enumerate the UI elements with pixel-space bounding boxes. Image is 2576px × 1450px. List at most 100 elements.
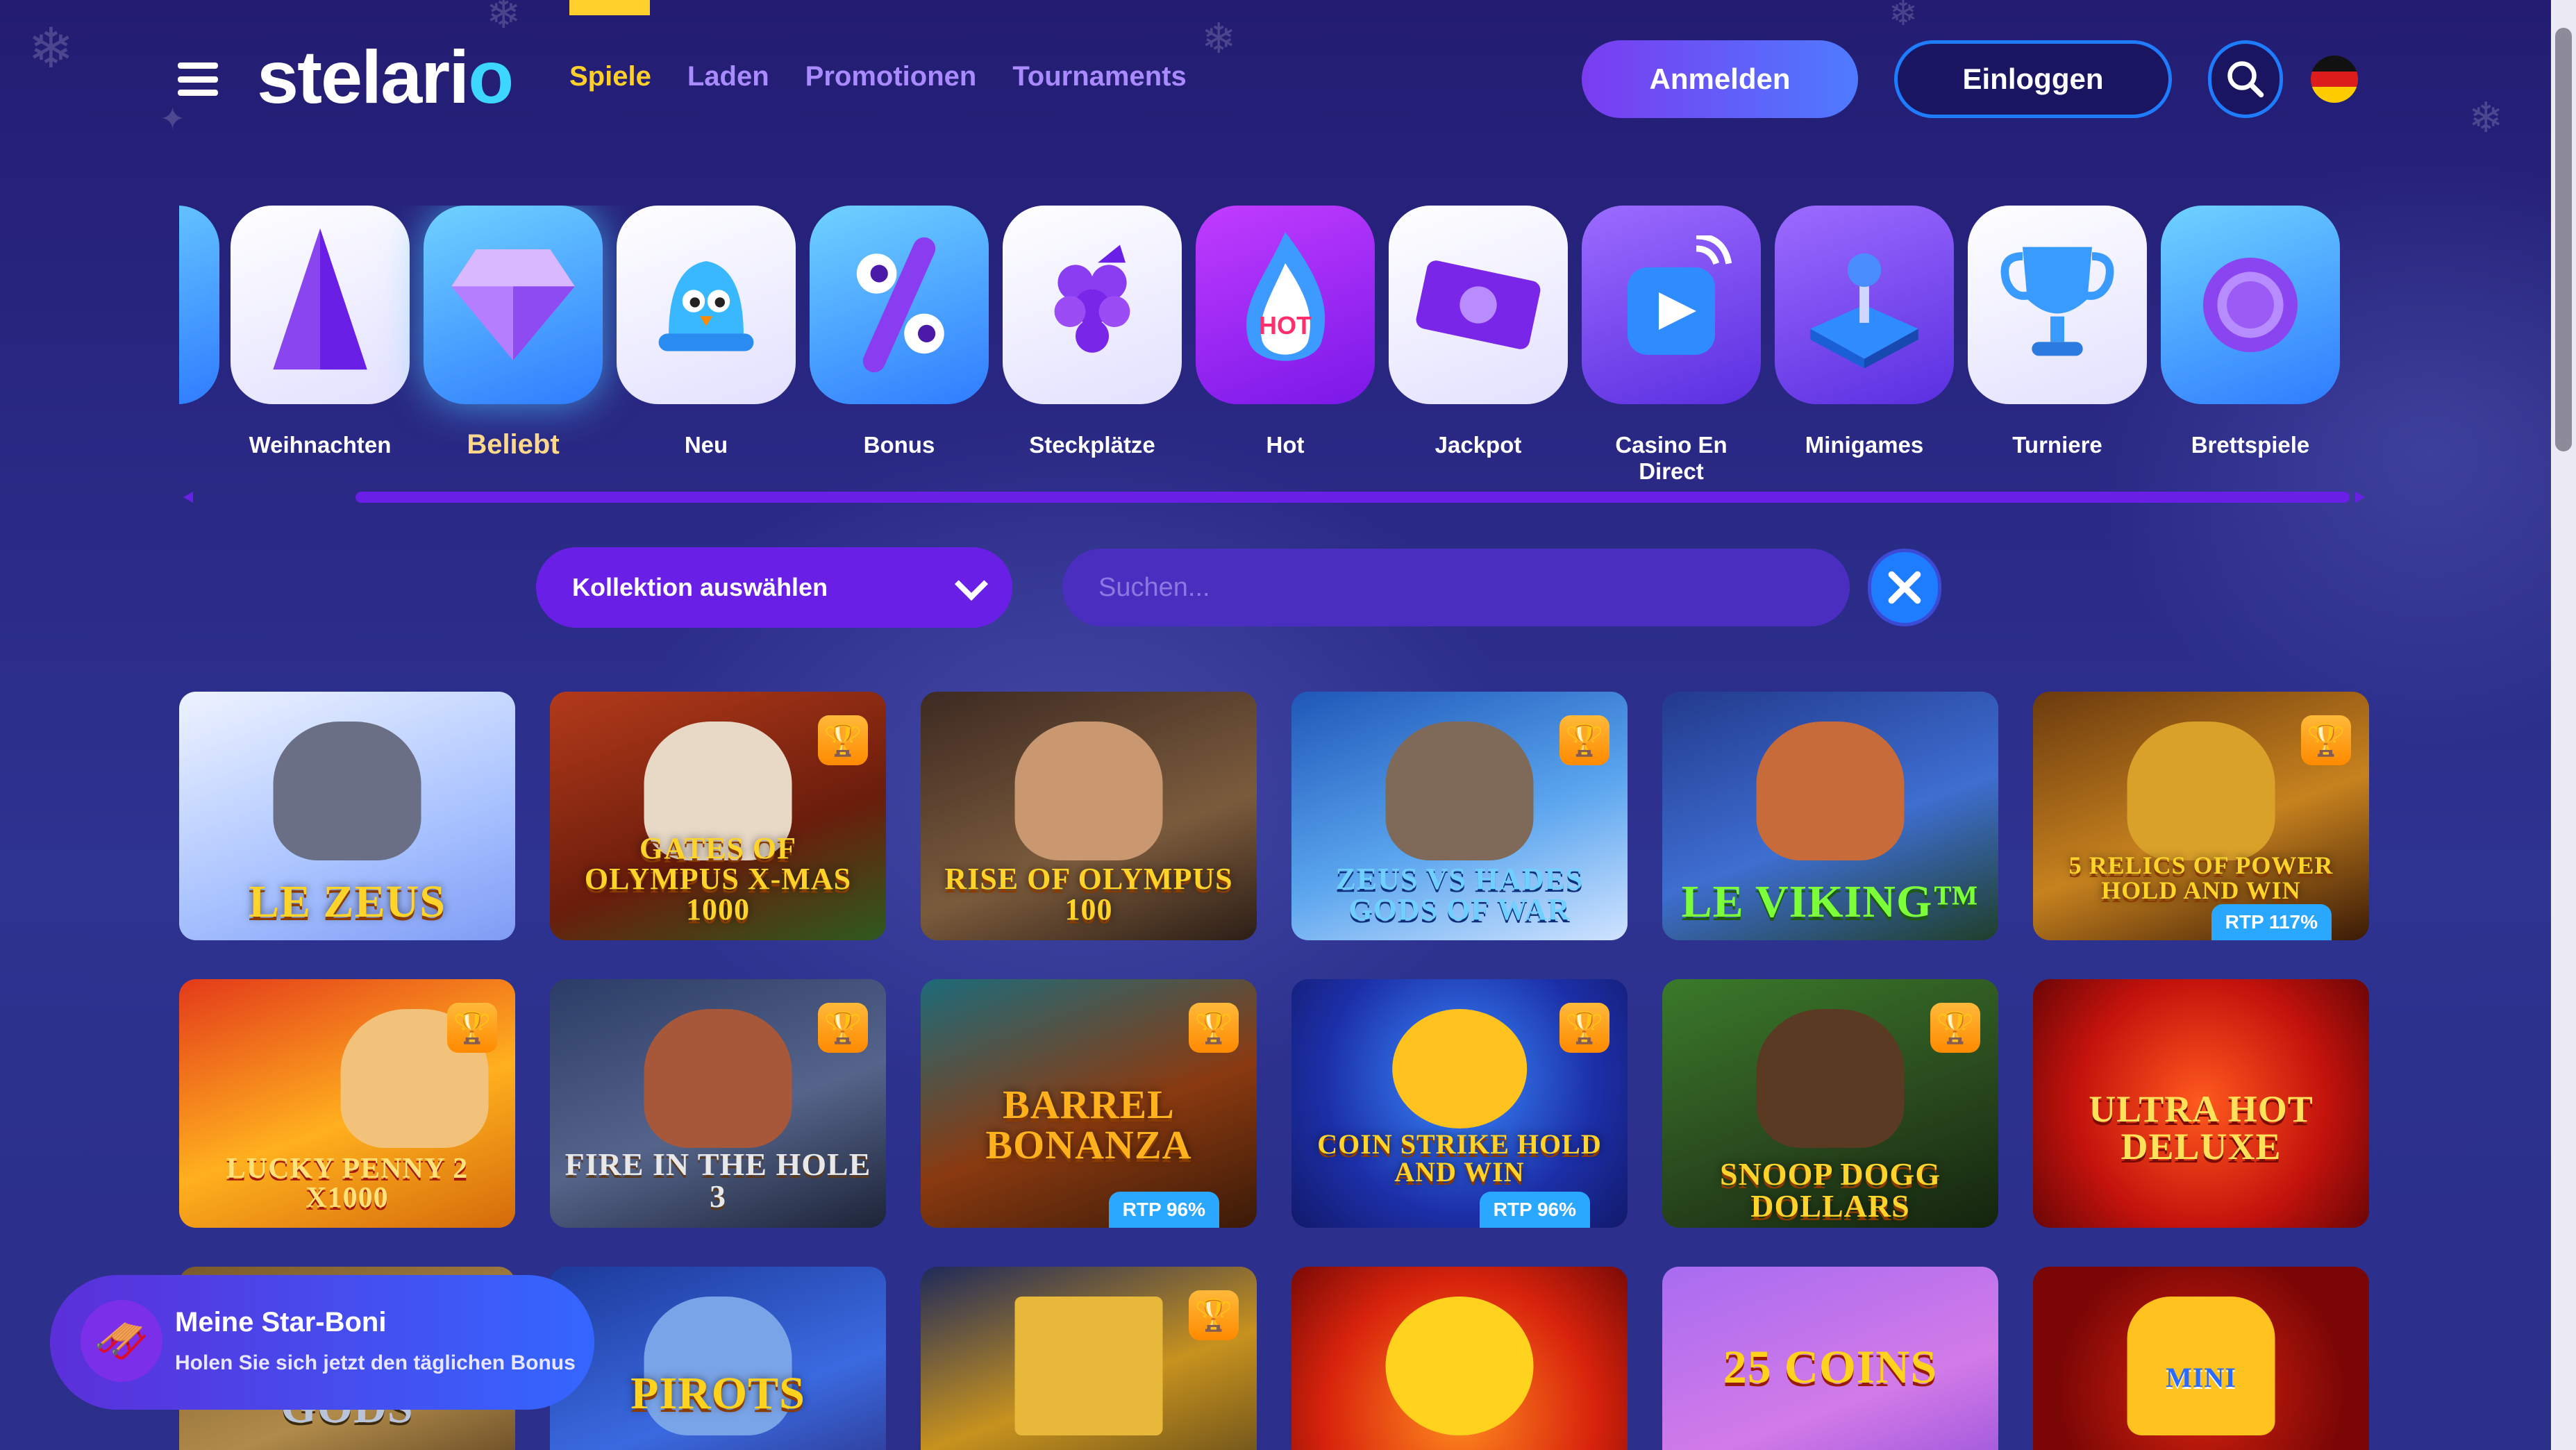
- clear-search-button[interactable]: [1868, 549, 1941, 626]
- trophy-icon: 🏆: [2301, 715, 2351, 765]
- category-label: Turniere: [2012, 432, 2102, 458]
- category-label: Weihnachten: [249, 432, 392, 458]
- category-bonus[interactable]: Bonus: [810, 206, 989, 458]
- category-beliebt[interactable]: Beliebt: [424, 206, 603, 460]
- category-label: Brettspiele: [2191, 432, 2310, 458]
- game-tile[interactable]: 🏆 SNOOP DOGG DOLLARS: [1662, 979, 1998, 1228]
- category-minigames[interactable]: Minigames: [1775, 206, 1954, 458]
- category-label: Beliebt: [467, 429, 560, 460]
- stelario-logo[interactable]: stelario: [257, 33, 514, 120]
- trophy-icon: 🏆: [818, 715, 868, 765]
- santa-sleigh-icon: 🛷: [81, 1300, 162, 1382]
- close-icon: [1888, 571, 1921, 604]
- game-tile[interactable]: 🏆 LUCKY PENNY 2 X1000: [179, 979, 515, 1228]
- game-tile[interactable]: 🏆 FIRE IN THE HOLE 3: [550, 979, 886, 1228]
- star-boni-widget[interactable]: 🛷 Meine Star-Boni Holen Sie sich jetzt d…: [50, 1275, 594, 1410]
- trophy-icon: 🏆: [447, 1003, 497, 1053]
- chevron-down-icon: [954, 567, 989, 601]
- game-title: LE VIKING™: [1681, 876, 1980, 927]
- category-carousel: Weihnachten Beliebt Neu Bonus Steckplätz…: [179, 206, 2366, 490]
- trophy-icon: 🏆: [1559, 1003, 1609, 1053]
- carousel-scrollbar[interactable]: [356, 492, 2350, 503]
- category-brettspiele[interactable]: Brettspiele: [2161, 206, 2340, 458]
- game-title: LE ZEUS: [249, 876, 446, 927]
- language-flag-icon[interactable]: [2311, 56, 2358, 103]
- category-weihnachten[interactable]: Weihnachten: [231, 206, 410, 458]
- game-title: SNOOP DOGG DOLLARS: [1720, 1156, 1941, 1224]
- carousel-scroll-left-arrow[interactable]: [183, 492, 193, 503]
- game-title: 5 RELICS OF POWER HOLD AND WIN: [2068, 851, 2334, 904]
- play-icon: [1628, 235, 1732, 355]
- game-tile[interactable]: PIROTS: [550, 1267, 886, 1450]
- game-tile[interactable]: LE VIKING™: [1662, 692, 1998, 940]
- game-tile[interactable]: LE ZEUS: [179, 692, 515, 940]
- category-turniere[interactable]: Turniere: [1968, 206, 2147, 458]
- game-tile[interactable]: RISE OF OLYMPUS 100: [921, 692, 1257, 940]
- game-tile[interactable]: 🏆 BARREL BONANZA RTP 96%: [921, 979, 1257, 1228]
- flame-icon: HOT: [1246, 232, 1325, 361]
- game-title: BARREL BONANZA: [985, 1082, 1192, 1167]
- nav-laden[interactable]: Laden: [687, 61, 769, 92]
- category-jackpot[interactable]: Jackpot: [1389, 206, 1568, 458]
- category-label: Casino En Direct: [1615, 432, 1728, 484]
- category-label: Neu: [684, 432, 728, 458]
- joystick-icon: [1810, 253, 1918, 369]
- active-nav-indicator: [569, 0, 650, 15]
- carousel-scroll-right-arrow[interactable]: [2355, 492, 2365, 503]
- trophy-icon: 🏆: [1189, 1290, 1239, 1340]
- chip-icon: [2203, 258, 2298, 352]
- rtp-badge: RTP 96%: [1108, 1192, 1219, 1228]
- grapes-icon: [1054, 244, 1130, 353]
- trophy-icon: 🏆: [1559, 715, 1609, 765]
- game-tile[interactable]: ULTRA HOT DELUXE: [2033, 979, 2369, 1228]
- game-title: COIN STRIKE HOLD AND WIN: [1317, 1128, 1602, 1188]
- game-tile[interactable]: 🏆 ZEUS VS HADES GODS OF WAR: [1291, 692, 1628, 940]
- bell-icon: [658, 261, 754, 351]
- category-label: Hot: [1266, 432, 1305, 458]
- category-label: Minigames: [1805, 432, 1924, 458]
- game-title: RISE OF OLYMPUS 100: [944, 862, 1233, 926]
- game-title: LUCKY PENNY 2 X1000: [226, 1153, 469, 1214]
- category-steckplaetze[interactable]: Steckplätze: [1003, 206, 1182, 458]
- game-title: FIRE IN THE HOLE 3: [564, 1147, 871, 1214]
- game-tile[interactable]: MINI: [2033, 1267, 2369, 1450]
- nav-promotionen[interactable]: Promotionen: [805, 61, 977, 92]
- game-tile[interactable]: 🏆 5 RELICS OF POWER HOLD AND WIN RTP 117…: [2033, 692, 2369, 940]
- register-button[interactable]: Anmelden: [1582, 40, 1858, 118]
- top-header: stelario Spiele Laden Promotionen Tourna…: [0, 0, 2527, 160]
- login-button[interactable]: Einloggen: [1894, 40, 2172, 118]
- category-casino-en-direct[interactable]: Casino En Direct: [1582, 206, 1761, 485]
- game-search-input[interactable]: [1062, 549, 1850, 626]
- game-tile[interactable]: 🏆 GATES OF OLYMPUS X-MAS 1000: [550, 692, 886, 940]
- category-label: Steckplätze: [1029, 432, 1155, 458]
- search-button[interactable]: [2208, 40, 2283, 118]
- page-scrollbar-thumb[interactable]: [2555, 28, 2572, 451]
- category-label: Bonus: [863, 432, 935, 458]
- game-tile[interactable]: 🏆 COIN STRIKE HOLD AND WIN RTP 96%: [1291, 979, 1628, 1228]
- nav-tournaments[interactable]: Tournaments: [1012, 61, 1186, 92]
- rtp-badge: RTP 96%: [1479, 1192, 1590, 1228]
- page-scrollbar[interactable]: [2551, 0, 2576, 1450]
- category-hot[interactable]: HOT Hot: [1196, 206, 1375, 458]
- category-neu[interactable]: Neu: [617, 206, 796, 458]
- category-partial[interactable]: [179, 206, 219, 404]
- diamond-icon: [451, 249, 575, 360]
- percent-icon: [856, 237, 944, 373]
- star-boni-subtitle: Holen Sie sich jetzt den täglichen Bonus: [175, 1351, 576, 1374]
- game-tile[interactable]: 🏆: [921, 1267, 1257, 1450]
- nav-spiele[interactable]: Spiele: [569, 61, 651, 92]
- collection-select-label: Kollektion auswählen: [572, 573, 828, 601]
- collection-select[interactable]: Kollektion auswählen: [536, 547, 1012, 628]
- trophy-icon: 🏆: [1930, 1003, 1980, 1053]
- rtp-badge: RTP 117%: [2211, 904, 2332, 940]
- trophy-icon: 🏆: [1189, 1003, 1239, 1053]
- game-tile[interactable]: 25 COINS: [1662, 1267, 1998, 1450]
- game-title: PIROTS: [630, 1368, 805, 1419]
- game-tile[interactable]: [1291, 1267, 1628, 1450]
- money-icon: [1416, 260, 1541, 349]
- game-title: ZEUS VS HADES GODS OF WAR: [1335, 862, 1584, 926]
- main-nav: Spiele Laden Promotionen Tournaments: [569, 61, 1187, 92]
- trophy-icon: [2000, 247, 2114, 356]
- trophy-icon: 🏆: [818, 1003, 868, 1053]
- hamburger-menu-icon[interactable]: [178, 62, 218, 96]
